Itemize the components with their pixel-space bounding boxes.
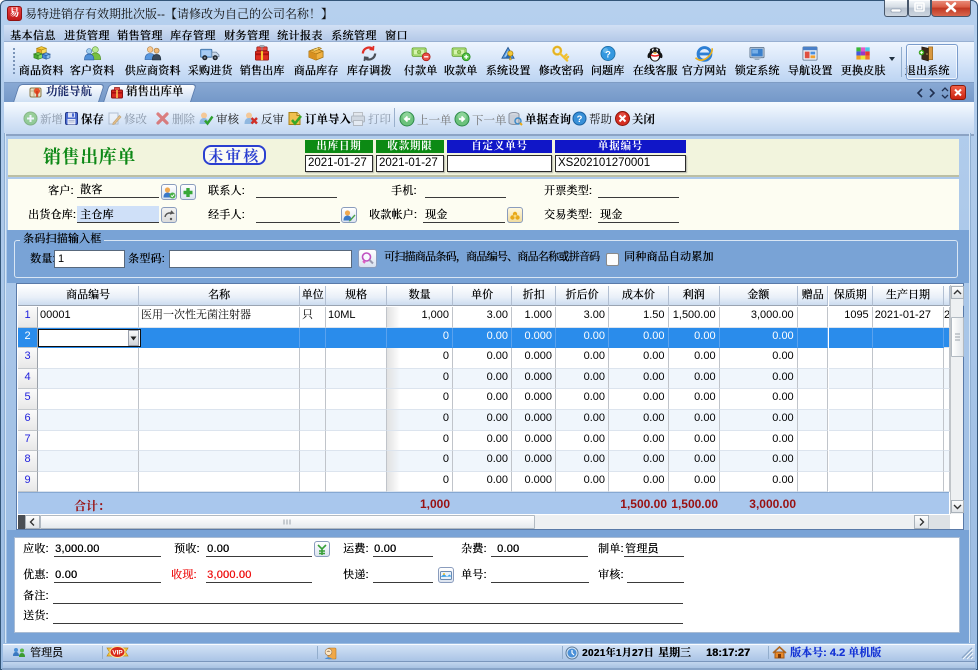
svg-text:?: ? (577, 114, 583, 125)
svg-text:?: ? (605, 49, 611, 60)
svg-text:VIP: VIP (112, 650, 123, 657)
